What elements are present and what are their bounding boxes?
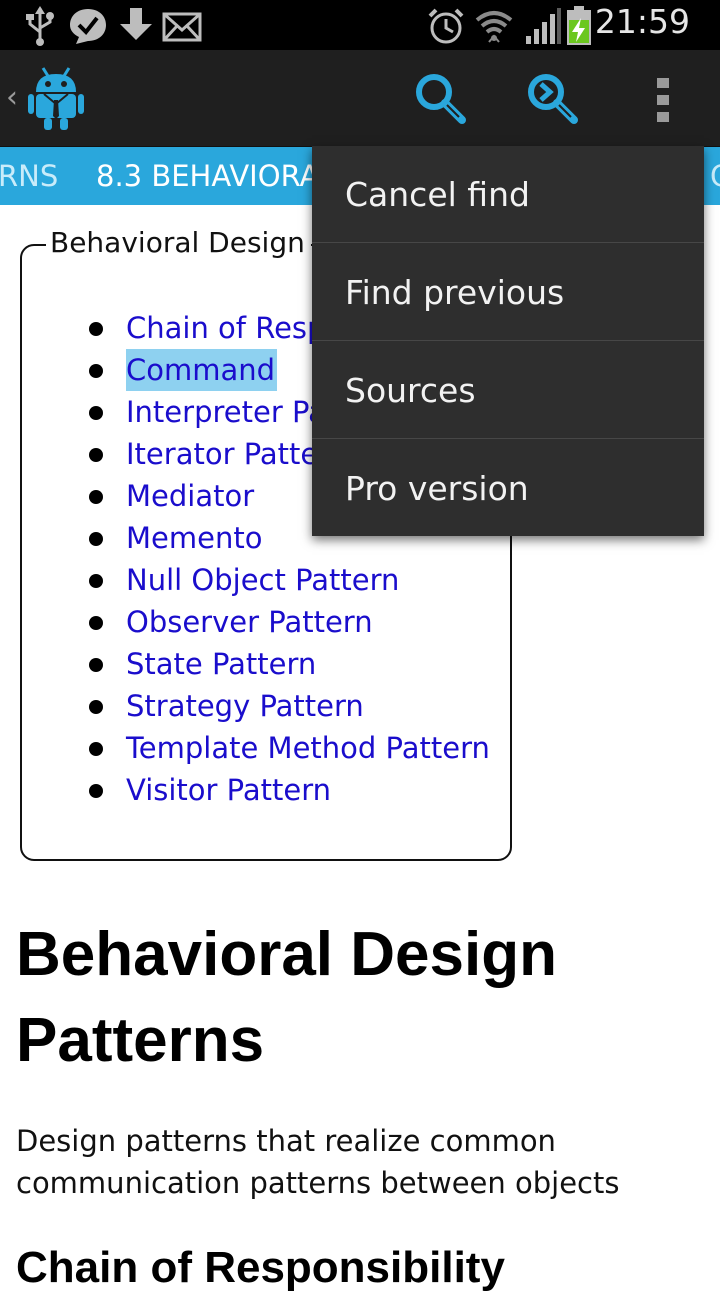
download-icon [118,6,154,50]
usb-icon [24,6,56,50]
wifi-icon [474,6,514,50]
search-icon[interactable] [412,70,468,130]
bullet [89,574,103,588]
tab-previous[interactable]: RNS [0,159,58,193]
menu-item-pro-version[interactable]: Pro version [312,440,704,537]
bullet [89,322,103,336]
bullet [89,784,103,798]
bullet [89,616,103,630]
chat-icon [68,6,108,50]
toc-link[interactable]: Memento [126,517,262,559]
section-heading: Chain of Responsibility [16,1243,505,1292]
toc-link-highlighted[interactable]: Command [126,349,278,391]
bullet [89,448,103,462]
bullet [89,658,103,672]
overflow-menu-icon[interactable] [648,76,678,128]
menu-item-cancel-find[interactable]: Cancel find [312,146,704,243]
signal-icon [524,6,562,50]
toc-link[interactable]: Null Object Pattern [126,559,399,601]
bullet [89,364,103,378]
clock-time: 21:59 [594,2,690,41]
up-navigation-icon[interactable]: ‹ [6,80,18,115]
toc-link[interactable]: Observer Pattern [126,601,373,643]
tab-next[interactable]: C [710,159,720,193]
toc-link[interactable]: Visitor Pattern [126,769,331,811]
status-bar: 21:59 [0,0,720,50]
overflow-menu: Cancel find Find previous Sources Pro ve… [312,146,704,536]
email-icon [162,6,202,50]
bullet [89,532,103,546]
battery-charging-icon [566,6,592,50]
article-heading: Behavioral Design Patterns [16,920,557,1075]
menu-item-find-previous[interactable]: Find previous [312,244,704,341]
action-bar: ‹ [0,50,720,147]
bullet [89,406,103,420]
toc-link[interactable]: Template Method Pattern [126,727,490,769]
article-description: Design patterns that realize common comm… [16,1124,620,1200]
menu-item-sources[interactable]: Sources [312,342,704,439]
android-app-icon[interactable] [28,64,84,134]
toc-link[interactable]: Strategy Pattern [126,685,364,727]
toc-link[interactable]: Mediator [126,475,254,517]
bullet [89,700,103,714]
bullet [89,490,103,504]
toc-legend: Behavioral Design [46,226,311,259]
toc-link[interactable]: State Pattern [126,643,316,685]
alarm-icon [426,6,466,50]
find-next-icon[interactable] [524,70,580,130]
bullet [89,742,103,756]
